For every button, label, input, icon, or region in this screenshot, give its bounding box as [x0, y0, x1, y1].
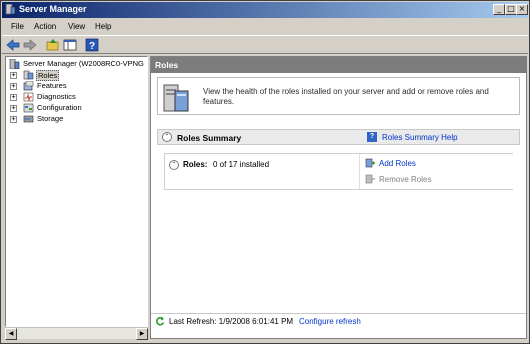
remove-roles-icon: [365, 174, 375, 184]
navigation-tree: Server Manager (W2008RC0-VPNG + Roles + …: [5, 56, 148, 327]
tree-item-server-manager[interactable]: Server Manager (W2008RC0-VPNG: [8, 59, 147, 70]
close-button[interactable]: ×: [516, 4, 528, 15]
help-icon[interactable]: ?: [85, 38, 99, 52]
expand-toggle[interactable]: +: [10, 105, 17, 112]
expand-toggle[interactable]: +: [10, 94, 17, 101]
help-book-icon: ?: [367, 132, 377, 142]
collapse-icon[interactable]: ⌃: [169, 160, 179, 170]
tree-item-diagnostics[interactable]: + Diagnostics: [8, 92, 147, 103]
refresh-icon[interactable]: [155, 316, 165, 326]
roles-summary-box: ⌃ Roles: 0 of 17 installed Add Roles Rem…: [164, 153, 513, 190]
roles-summary-help-link[interactable]: Roles Summary Help: [382, 133, 458, 142]
roles-summary-header: ⌃ Roles Summary ? Roles Summary Help: [157, 129, 520, 145]
menu-file[interactable]: File: [11, 22, 24, 31]
storage-icon: [23, 115, 34, 123]
diagnostics-icon: [23, 92, 34, 102]
roles-intro: View the health of the roles installed o…: [157, 77, 520, 115]
panel-header: Roles: [151, 57, 526, 73]
server-manager-window: Server Manager _ □ × File Action View He…: [0, 0, 530, 344]
configuration-icon: [23, 103, 34, 113]
minimize-button[interactable]: _: [493, 4, 505, 15]
scroll-right-button[interactable]: ▶: [136, 328, 148, 340]
refresh-bar: Last Refresh: 1/9/2008 6:01:41 PM Config…: [151, 313, 526, 328]
back-arrow-icon[interactable]: [6, 38, 20, 52]
roles-server-icon: [163, 84, 189, 112]
intro-description: View the health of the roles installed o…: [203, 87, 489, 106]
server-icon: [9, 59, 20, 69]
remove-roles-link[interactable]: Remove Roles: [379, 175, 431, 184]
tree-item-storage[interactable]: + Storage: [8, 114, 147, 125]
configure-refresh-link[interactable]: Configure refresh: [299, 317, 361, 326]
add-roles-icon: [365, 158, 375, 168]
toolbar: ?: [2, 35, 528, 54]
last-refresh-text: Last Refresh: 1/9/2008 6:01:41 PM: [169, 317, 294, 326]
scroll-left-button[interactable]: ◀: [5, 328, 17, 340]
tree-horizontal-scrollbar[interactable]: ◀ ▶: [5, 327, 148, 340]
forward-arrow-icon[interactable]: [23, 38, 37, 52]
tree-item-roles[interactable]: + Roles: [8, 70, 147, 81]
status-bar: [2, 340, 528, 344]
roles-summary-title: Roles Summary: [177, 133, 242, 143]
expand-toggle[interactable]: +: [10, 72, 17, 79]
show-hide-tree-icon[interactable]: [63, 38, 77, 52]
tree-item-label: Server Manager (W2008RC0-VPNG: [23, 59, 144, 68]
tree-item-features[interactable]: + Features: [8, 81, 147, 92]
up-folder-icon[interactable]: [46, 38, 60, 52]
title-bar[interactable]: Server Manager _ □ ×: [2, 2, 528, 18]
tree-item-label: Roles: [36, 70, 60, 81]
features-icon: [23, 81, 34, 91]
tree-item-configuration[interactable]: + Configuration: [8, 103, 147, 114]
menu-view[interactable]: View: [68, 22, 85, 31]
add-roles-link[interactable]: Add Roles: [379, 159, 416, 168]
roles-icon: [23, 70, 34, 80]
window-title: Server Manager: [19, 4, 87, 14]
expand-toggle[interactable]: +: [10, 83, 17, 90]
menu-bar: File Action View Help: [2, 19, 528, 34]
tree-item-label: Storage: [37, 114, 64, 123]
collapse-icon[interactable]: ⌃: [162, 132, 172, 142]
svg-text:?: ?: [89, 41, 95, 52]
server-manager-icon: [5, 4, 16, 15]
menu-help[interactable]: Help: [95, 22, 111, 31]
roles-panel: Roles View the health of the roles insta…: [150, 56, 527, 339]
roles-count: 0 of 17 installed: [213, 160, 270, 169]
tree-item-label: Configuration: [37, 103, 82, 112]
roles-label: Roles:: [183, 160, 208, 169]
expand-toggle[interactable]: +: [10, 116, 17, 123]
panel-title: Roles: [155, 60, 179, 70]
roles-actions: Add Roles Remove Roles: [359, 154, 513, 189]
tree-item-label: Diagnostics: [37, 92, 76, 101]
tree-item-label: Features: [37, 81, 67, 90]
menu-action[interactable]: Action: [34, 22, 56, 31]
